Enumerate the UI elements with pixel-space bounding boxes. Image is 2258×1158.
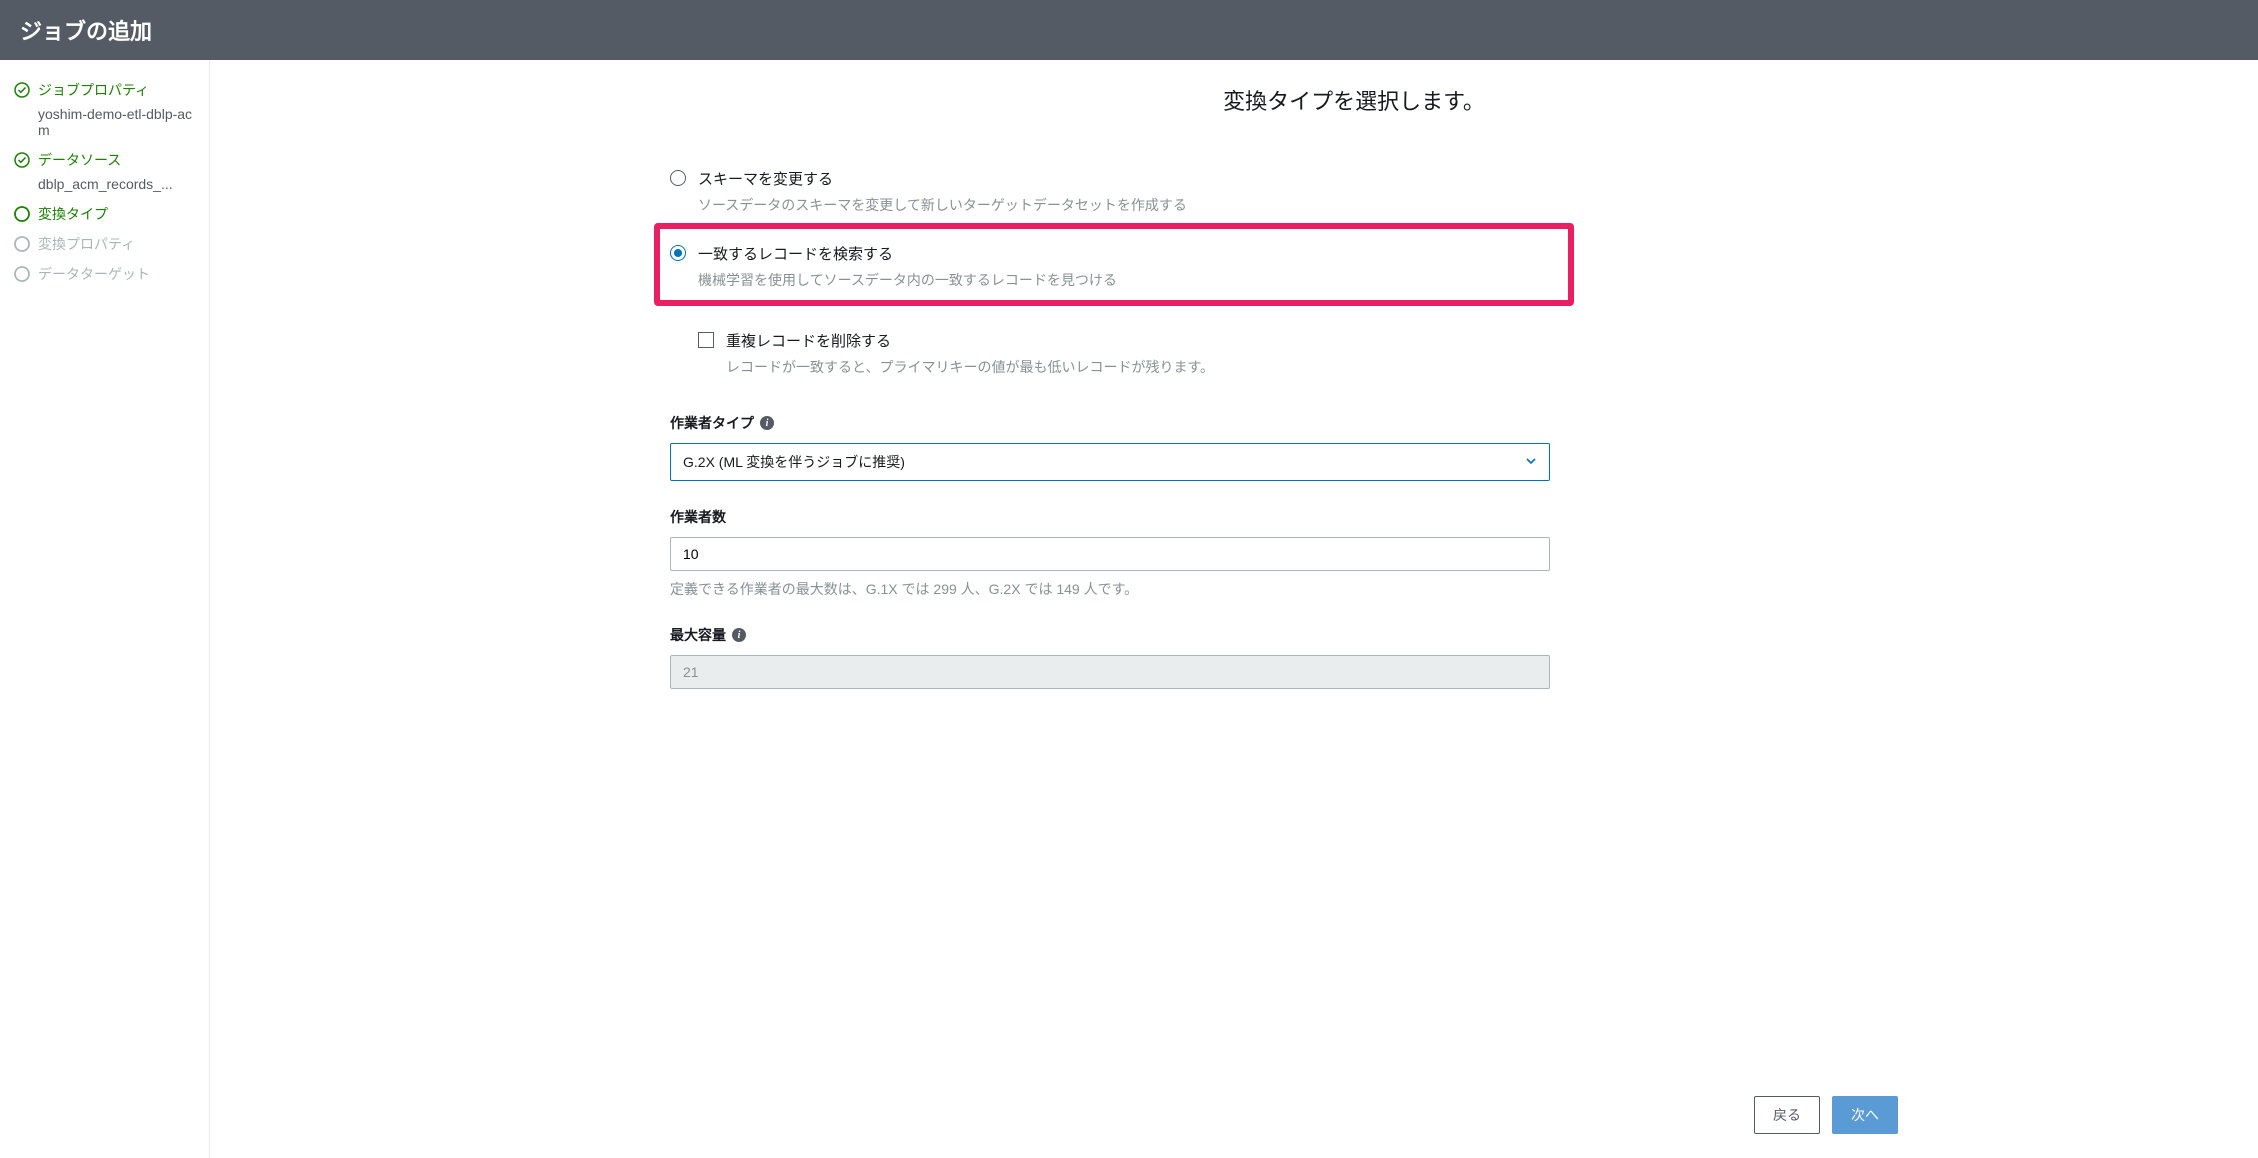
- max-capacity-label: 最大容量: [670, 625, 726, 645]
- info-icon[interactable]: i: [760, 416, 774, 430]
- max-capacity-input: [670, 655, 1550, 689]
- info-icon[interactable]: i: [732, 628, 746, 642]
- worker-count-label: 作業者数: [670, 507, 726, 527]
- radio-find-matches[interactable]: 一致するレコードを検索する 機械学習を使用してソースデータ内の一致するレコードを…: [670, 241, 1558, 294]
- step-transform-type[interactable]: 変換タイプ: [14, 204, 195, 224]
- step-label: 変換プロパティ: [38, 234, 135, 254]
- next-button[interactable]: 次へ: [1832, 1096, 1898, 1134]
- worker-type-field: 作業者タイプ i G.2X (ML 変換を伴うジョブに推奨): [670, 413, 1550, 481]
- step-label: データソース: [38, 150, 121, 170]
- step-sub-job-properties: yoshim-demo-etl-dblp-acm: [38, 106, 195, 138]
- step-label: 変換タイプ: [38, 204, 108, 224]
- step-label: ジョブプロパティ: [38, 80, 149, 100]
- checkbox-desc: レコードが一致すると、プライマリキーの値が最も低いレコードが残ります。: [726, 357, 1550, 377]
- step-transform-properties: 変換プロパティ: [14, 234, 195, 254]
- main-panel: 変換タイプを選択します。 スキーマを変更する ソースデータのスキーマを変更して新…: [210, 60, 2258, 1158]
- worker-type-label: 作業者タイプ: [670, 413, 754, 433]
- circle-open-icon: [14, 236, 30, 252]
- checkbox-icon: [698, 332, 714, 348]
- step-data-source[interactable]: データソース: [14, 150, 195, 170]
- chevron-down-icon: [1525, 454, 1537, 470]
- checkbox-title: 重複レコードを削除する: [726, 330, 1550, 351]
- page-title: 変換タイプを選択します。: [250, 84, 2218, 116]
- step-data-target: データターゲット: [14, 264, 195, 284]
- step-label: データターゲット: [38, 264, 150, 284]
- circle-open-icon: [14, 266, 30, 282]
- highlighted-selection: 一致するレコードを検索する 機械学習を使用してソースデータ内の一致するレコードを…: [654, 223, 1574, 306]
- worker-count-help: 定義できる作業者の最大数は、G.1X では 299 人、G.2X では 149 …: [670, 579, 1550, 599]
- check-circle-icon: [14, 82, 30, 98]
- radio-icon: [670, 245, 686, 261]
- radio-change-schema[interactable]: スキーマを変更する ソースデータのスキーマを変更して新しいターゲットデータセット…: [670, 166, 1550, 229]
- step-sub-data-source: dblp_acm_records_...: [38, 176, 195, 192]
- transform-type-radio-group: スキーマを変更する ソースデータのスキーマを変更して新しいターゲットデータセット…: [670, 166, 1550, 306]
- radio-title: 一致するレコードを検索する: [698, 243, 1558, 264]
- worker-type-value: G.2X (ML 変換を伴うジョブに推奨): [683, 452, 905, 472]
- max-capacity-field: 最大容量 i: [670, 625, 1550, 689]
- radio-desc: 機械学習を使用してソースデータ内の一致するレコードを見つける: [698, 270, 1558, 290]
- worker-count-field: 作業者数 定義できる作業者の最大数は、G.1X では 299 人、G.2X では…: [670, 507, 1550, 599]
- circle-open-icon: [14, 206, 30, 222]
- back-button[interactable]: 戻る: [1754, 1096, 1820, 1134]
- wizard-sidebar: ジョブプロパティ yoshim-demo-etl-dblp-acm データソース…: [0, 60, 210, 1158]
- radio-icon: [670, 170, 686, 186]
- remove-duplicates-checkbox-row[interactable]: 重複レコードを削除する レコードが一致すると、プライマリキーの値が最も低いレコー…: [698, 330, 1550, 377]
- radio-desc: ソースデータのスキーマを変更して新しいターゲットデータセットを作成する: [698, 195, 1550, 215]
- step-job-properties[interactable]: ジョブプロパティ: [14, 80, 195, 100]
- footer-buttons: 戻る 次へ: [1754, 1096, 1898, 1134]
- page-header-title: ジョブの追加: [20, 19, 152, 44]
- worker-count-input[interactable]: [670, 537, 1550, 571]
- page-header: ジョブの追加: [0, 0, 2258, 60]
- check-circle-icon: [14, 152, 30, 168]
- worker-type-select[interactable]: G.2X (ML 変換を伴うジョブに推奨): [670, 443, 1550, 481]
- radio-title: スキーマを変更する: [698, 168, 1550, 189]
